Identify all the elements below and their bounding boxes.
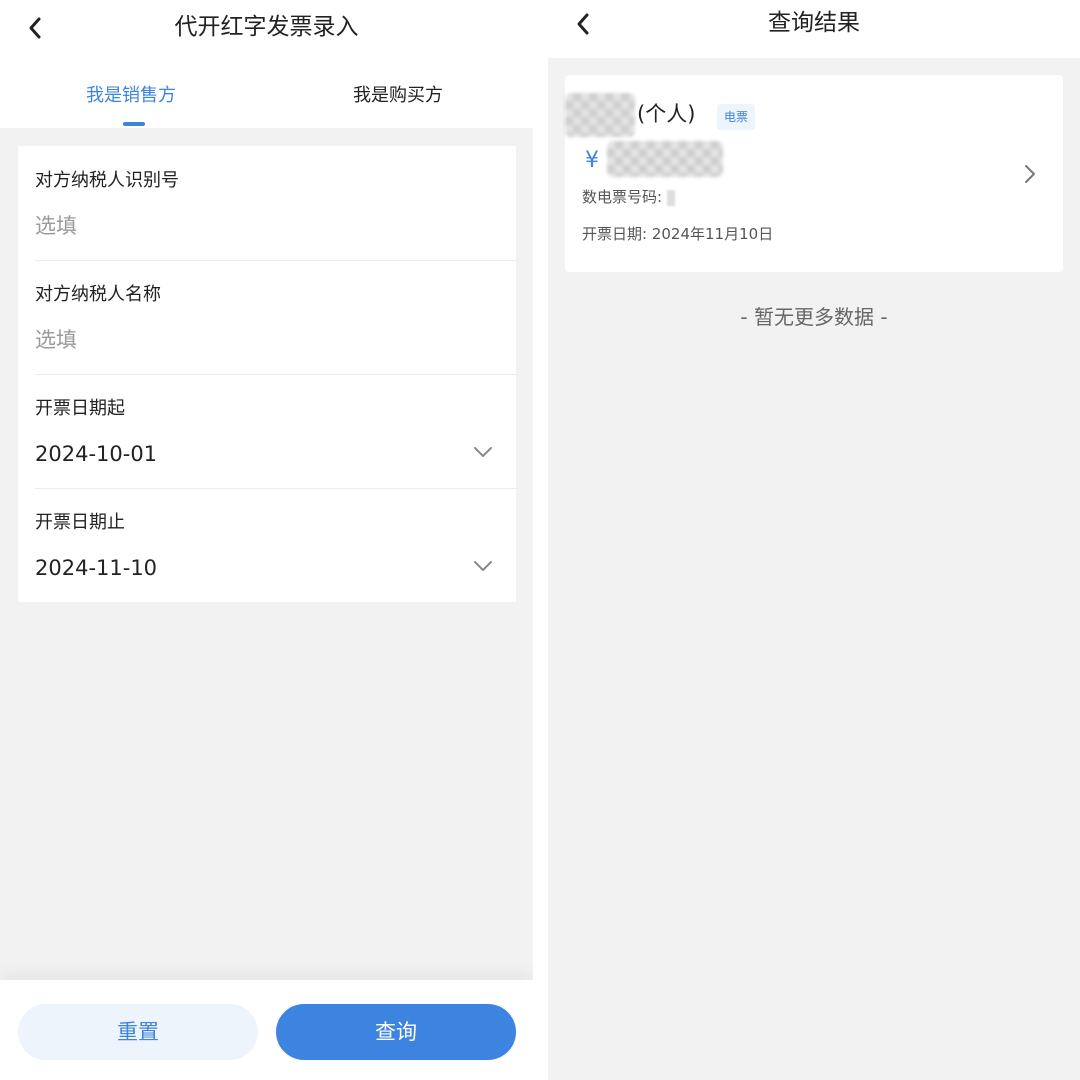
end-date-value[interactable]: 2024-11-10 [35, 553, 499, 583]
query-result-screen: 查询结果 (个人) 电票 ¥ 数电票号码: 开票日期: 2024年11月10日 … [548, 0, 1080, 1080]
end-date-row[interactable]: 开票日期止 2024-11-10 [18, 488, 516, 602]
currency-symbol: ¥ [585, 148, 599, 173]
end-date-label: 开票日期止 [35, 512, 125, 533]
invoice-number-label: 数电票号码: [582, 188, 663, 206]
screen-divider [533, 0, 548, 1080]
action-bar: 重置 查询 [0, 980, 533, 1080]
taxpayer-id-row: 对方纳税人识别号 选填 [18, 146, 516, 260]
tab-buyer[interactable]: 我是购买方 [353, 82, 443, 110]
top-bar: 代开红字发票录入 [0, 0, 533, 58]
page-title: 查询结果 [768, 10, 860, 36]
invoice-date-value: 2024年11月10日 [651, 225, 774, 243]
active-tab-indicator [123, 122, 145, 126]
top-bar: 查询结果 [548, 0, 1080, 58]
role-tabs: 我是销售方 我是购买方 [0, 58, 533, 128]
buyer-type-label: (个人) [637, 102, 696, 126]
invoice-number-row: 数电票号码: [582, 186, 675, 208]
query-button[interactable]: 查询 [276, 1004, 516, 1060]
chevron-right-icon[interactable] [1023, 163, 1037, 185]
chevron-down-icon[interactable] [472, 558, 494, 572]
taxpayer-name-input[interactable]: 选填 [35, 325, 499, 355]
invoice-date-label: 开票日期: [582, 225, 648, 243]
invoice-date-row: 开票日期: 2024年11月10日 [582, 223, 773, 245]
invoice-result-card[interactable]: (个人) 电票 ¥ 数电票号码: 开票日期: 2024年11月10日 [565, 75, 1063, 272]
search-form: 对方纳税人识别号 选填 对方纳税人名称 选填 开票日期起 2024-10-01 … [18, 146, 516, 602]
redacted-amount [607, 141, 723, 177]
start-date-value[interactable]: 2024-10-01 [35, 439, 499, 469]
invoice-entry-screen: 代开红字发票录入 我是销售方 我是购买方 对方纳税人识别号 选填 对方纳税人名称… [0, 0, 533, 1080]
redacted-invoice-number [666, 189, 675, 206]
chevron-down-icon[interactable] [472, 444, 494, 458]
taxpayer-id-input[interactable]: 选填 [35, 211, 499, 241]
reset-button[interactable]: 重置 [18, 1004, 258, 1060]
taxpayer-name-label: 对方纳税人名称 [35, 284, 161, 305]
taxpayer-name-row: 对方纳税人名称 选填 [18, 260, 516, 374]
invoice-type-badge: 电票 [717, 104, 756, 130]
tab-seller[interactable]: 我是销售方 [86, 82, 176, 110]
start-date-label: 开票日期起 [35, 398, 125, 419]
page-title: 代开红字发票录入 [174, 14, 359, 40]
taxpayer-id-label: 对方纳税人识别号 [35, 170, 179, 191]
redacted-name [565, 93, 635, 137]
no-more-data-text: - 暂无更多数据 - [740, 305, 888, 329]
start-date-row[interactable]: 开票日期起 2024-10-01 [18, 374, 516, 488]
